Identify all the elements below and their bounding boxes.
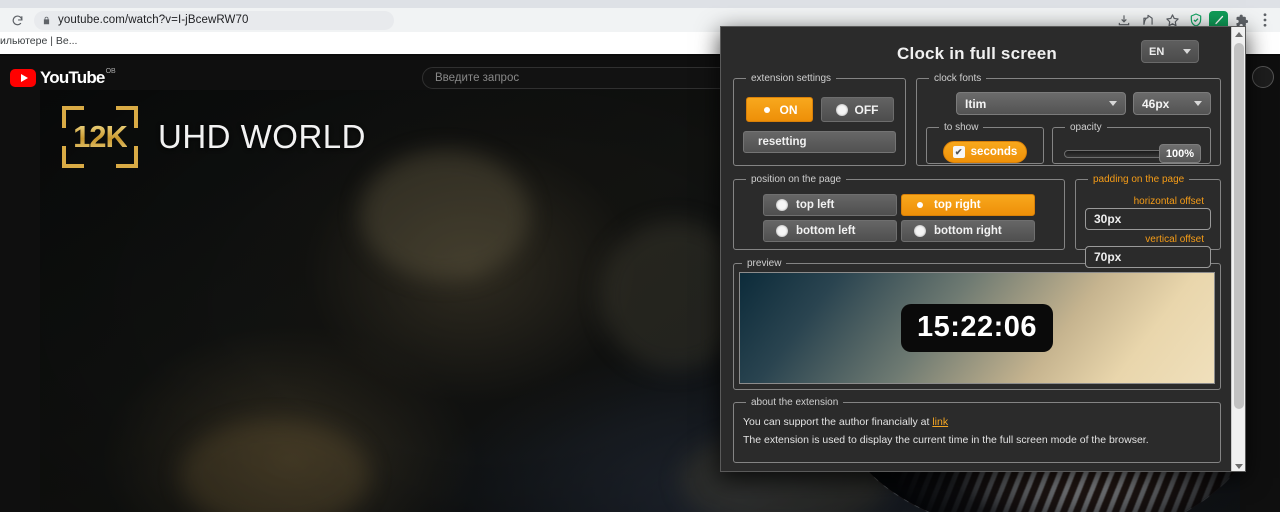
radio-icon [914,225,926,237]
scroll-down-icon[interactable] [1232,459,1245,471]
video-brand-overlay: 12K UHD WORLD [62,106,366,168]
youtube-logo-text: YouTube [40,68,105,87]
chrome-menu-icon[interactable] [1254,9,1276,31]
to-show-legend: to show [944,122,979,133]
checkmark-icon: ✔ [952,146,965,158]
seconds-label: seconds [970,146,1018,158]
address-bar[interactable]: youtube.com/watch?v=I-jBcewRW70 [34,10,394,30]
horizontal-offset-group: horizontal offset 30px [1085,196,1211,230]
extension-settings-legend: extension settings [751,73,832,84]
font-controls-row: Itim 46px [956,92,1211,115]
position-bottom-left[interactable]: bottom left [763,220,897,242]
chevron-down-icon [1194,101,1202,106]
popup-header: Clock in full screen EN [733,37,1221,71]
preview-clock: 15:22:06 [900,304,1054,352]
position-options: top left top right bottom left bottom ri… [743,194,1055,242]
reload-icon[interactable] [7,10,27,30]
seconds-checkbox[interactable]: ✔ seconds [943,141,1027,163]
position-bottom-right[interactable]: bottom right [901,220,1035,242]
font-family-value: Itim [965,96,987,111]
search-placeholder: Введите запрос [435,72,520,84]
popup-content: Clock in full screen EN extension settin… [721,27,1233,471]
scroll-up-icon[interactable] [1232,27,1245,41]
youtube-country-code: ОВ [105,68,116,75]
chevron-down-icon [1109,101,1117,106]
toggle-off-label: OFF [854,102,879,117]
popup-scrollbar[interactable] [1231,27,1245,471]
lock-icon [42,15,51,26]
opacity-group: opacity 100% [1052,122,1211,164]
font-family-select[interactable]: Itim [956,92,1126,115]
padding-legend: padding on the page [1093,174,1185,185]
extension-popup[interactable]: Clock in full screen EN extension settin… [720,26,1246,472]
page-title: Clock in full screen [897,44,1057,63]
radio-icon [914,199,926,211]
about-support-text: You can support the author financially a… [743,416,933,428]
font-sub-row: to show ✔ seconds opacity 100% [926,122,1211,164]
about-legend: about the extension [751,397,839,408]
about-description: The extension is used to display the cur… [743,434,1149,446]
vertical-offset-group: vertical offset 70px [1085,234,1211,268]
opacity-slider[interactable]: 100% [1062,144,1201,164]
chrome-tabstrip-background [0,0,1280,8]
tab-title-fragment: ильютере | Ве... [0,35,78,47]
language-select[interactable]: EN [1141,40,1199,63]
font-size-value: 46px [1142,96,1170,111]
youtube-logo[interactable]: YouTube ОВ [10,68,116,87]
horizontal-offset-label: horizontal offset [1133,196,1204,207]
popup-scrollbar-thumb[interactable] [1234,43,1244,409]
address-bar-url: youtube.com/watch?v=I-jBcewRW70 [58,14,249,26]
clock-fonts-group: clock fonts Itim 46px to show ✔ seconds … [916,73,1221,166]
reset-button[interactable]: resetting [743,131,896,153]
horizontal-offset-input[interactable]: 30px [1085,208,1211,230]
brand-badge-frame: 12K [62,106,138,168]
opacity-slider-thumb[interactable]: 100% [1159,144,1201,163]
avatar[interactable] [1252,66,1274,88]
settings-mid-row: position on the page top left top right [733,174,1221,268]
position-legend: position on the page [751,174,842,185]
screen: youtube.com/watch?v=I-jBcewRW70 ильютере… [0,0,1280,512]
position-top-left[interactable]: top left [763,194,897,216]
about-group: about the extension You can support the … [733,397,1221,463]
radio-icon [776,199,788,211]
on-off-toggle: ON OFF [743,97,896,122]
radio-icon [835,103,848,116]
support-link[interactable]: link [932,416,948,428]
toggle-on-label: ON [779,102,798,117]
about-support-line: You can support the author financially a… [743,416,1211,428]
font-size-select[interactable]: 46px [1133,92,1211,115]
clock-fonts-legend: clock fonts [934,73,982,84]
vertical-offset-input[interactable]: 70px [1085,246,1211,268]
radio-icon [761,104,773,116]
youtube-play-icon [10,69,36,87]
position-group: position on the page top left top right [733,174,1065,250]
opacity-legend: opacity [1070,122,1102,133]
to-show-group: to show ✔ seconds [926,122,1044,164]
toggle-off-button[interactable]: OFF [820,97,894,122]
brand-title: UHD WORLD [158,118,366,155]
position-bottom-left-label: bottom left [796,225,856,237]
language-value: EN [1149,45,1165,58]
padding-group: padding on the page horizontal offset 30… [1075,174,1221,268]
radio-icon [776,225,788,237]
preview-legend: preview [747,258,782,269]
position-bottom-right-label: bottom right [934,225,1002,237]
preview-canvas: 15:22:06 [739,272,1215,384]
settings-top-row: extension settings ON OFF resetting cloc… [733,73,1221,166]
position-top-right[interactable]: top right [901,194,1035,216]
toggle-on-button[interactable]: ON [745,97,813,122]
vertical-offset-label: vertical offset [1145,234,1204,245]
extension-settings-group: extension settings ON OFF resetting [733,73,906,166]
position-top-right-label: top right [934,199,981,211]
preview-group: preview 15:22:06 [733,258,1221,390]
chevron-down-icon [1183,49,1191,54]
position-top-left-label: top left [796,199,835,211]
